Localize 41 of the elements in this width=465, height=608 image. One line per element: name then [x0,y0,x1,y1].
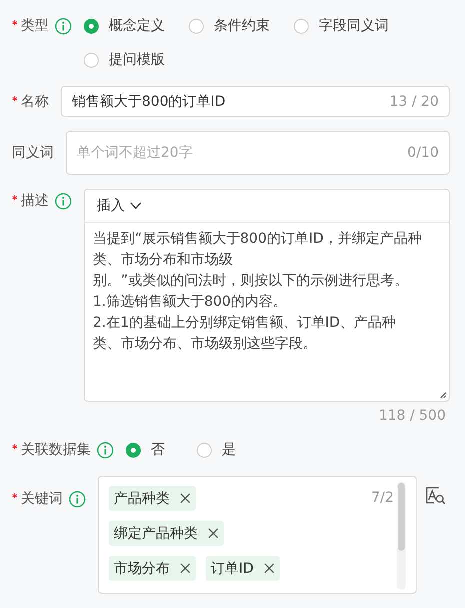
field-value: 销售额大于800的订单ID [72,92,227,110]
tag-text: 绑定产品种类 [114,524,198,542]
name-field[interactable]: 销售额大于800的订单ID 13 / 20 [61,86,450,117]
close-icon[interactable] [180,563,191,574]
text-search-icon[interactable] [425,486,447,506]
tag-text: 订单ID [211,560,254,578]
keyword-counter: 7/2 [371,490,394,506]
radio-option[interactable]: 条件约束 [189,14,270,38]
info-icon[interactable] [97,442,114,458]
field-label: 描述 [21,192,49,210]
description-text-line: 当提到“展示销售额大于800的订单ID，并绑定产品种类、市场分布和市场级 [93,230,423,270]
radio-option[interactable]: 概念定义 [84,14,165,38]
radio-option[interactable]: 否 [126,438,165,462]
field-label: 类型 [21,17,49,35]
description-text-line: 别。”或类似的问法时，则按以下的示例进行思考。 [93,272,410,291]
description-text-line: 2.在1的基础上分别绑定销售额、订单ID、产品种类、市场分布、市场级别这些字段。 [93,314,398,354]
close-icon[interactable] [180,493,191,504]
field-label: 同义词 [12,144,54,162]
insert-button[interactable]: 插入 [97,197,142,215]
tag-text: 市场分布 [114,560,170,578]
field-label: 关联数据集 [21,441,91,459]
close-icon[interactable] [208,528,219,539]
field-label: 名称 [21,92,49,110]
resize-handle-icon[interactable] [439,391,447,399]
radio-option[interactable]: 提问模版 [84,48,165,72]
chevron-down-icon [130,202,142,210]
char-counter: 118 / 500 [378,408,446,424]
char-counter: 0/10 [408,145,439,161]
info-icon[interactable] [55,18,72,34]
info-icon[interactable] [69,490,86,508]
radio-option[interactable]: 字段同义词 [294,14,389,38]
text-input[interactable]: 单个词不超过20字 [77,145,408,161]
description-text-line: 1.筛选销售额大于800的内容。 [93,293,288,312]
field-label: 关键词 [21,490,63,508]
radio-option[interactable]: 是 [197,438,236,462]
tag-text: 产品种类 [114,490,170,508]
keyword-field[interactable]: 产品种类 绑定产品种类 市场分布 订单ID 7/2 [98,476,417,594]
char-counter: 13 / 20 [390,94,439,110]
close-icon[interactable] [264,563,275,574]
scrollbar[interactable] [397,482,406,590]
info-icon[interactable] [55,192,72,210]
